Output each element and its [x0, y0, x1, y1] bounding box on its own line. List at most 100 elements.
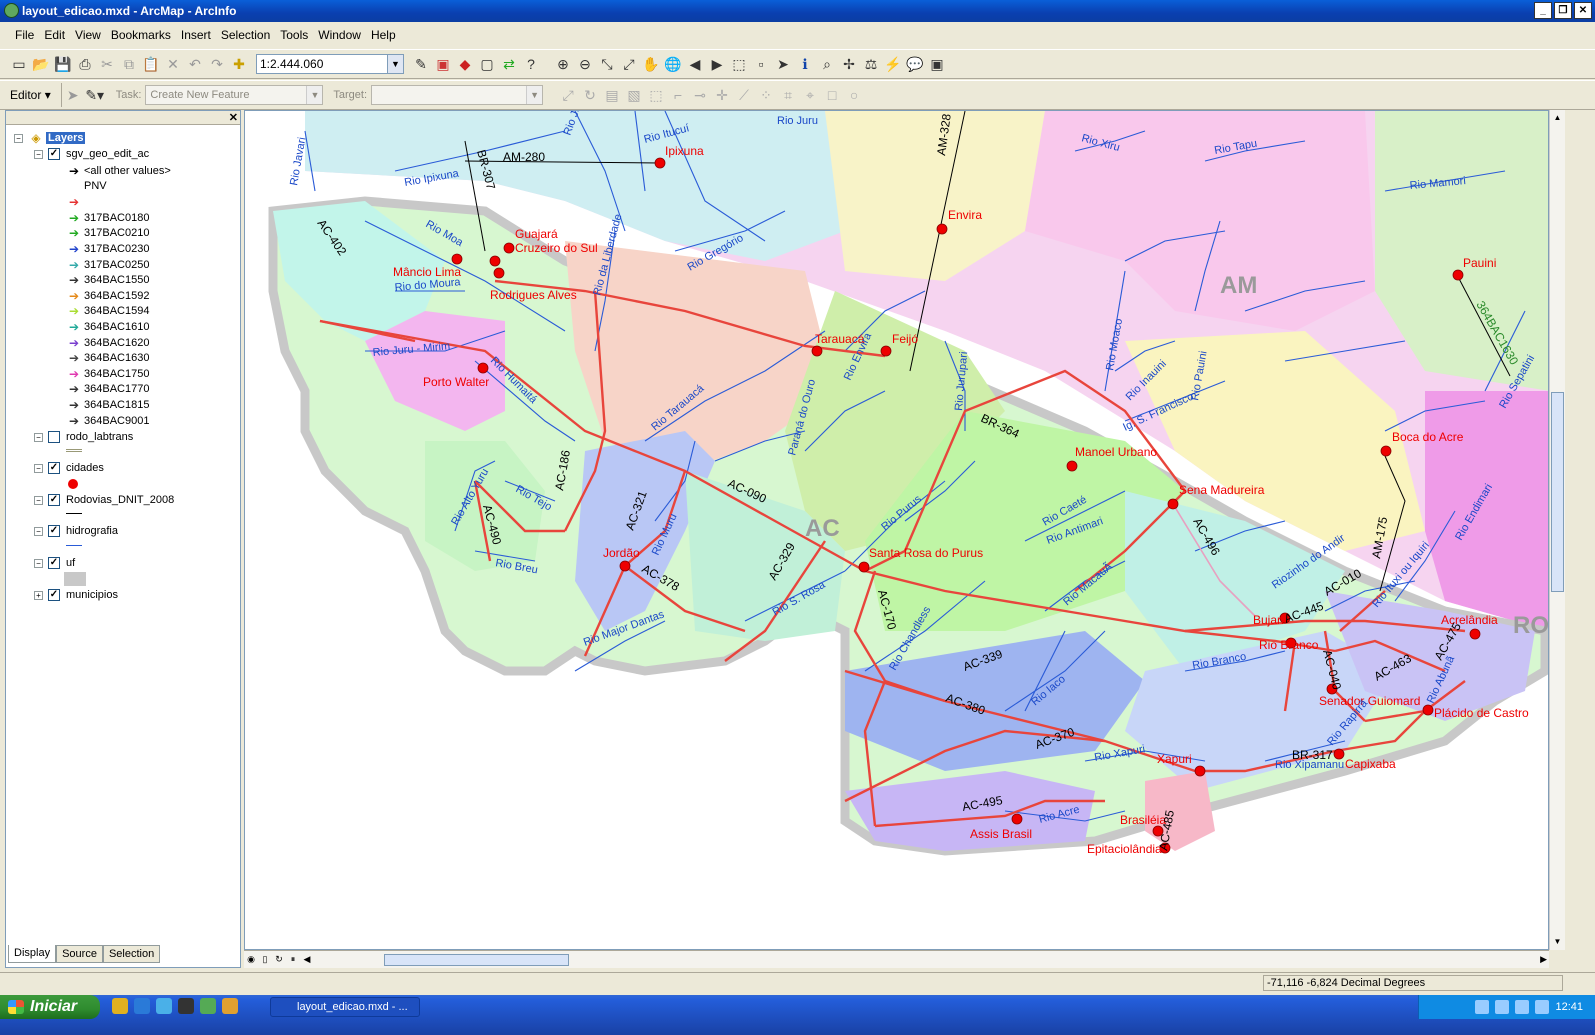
scroll-down-icon[interactable]: ▼ [1550, 934, 1565, 950]
clear-selection-icon[interactable]: ▫ [750, 53, 772, 75]
chevron-down-icon[interactable]: ▼ [526, 86, 543, 104]
menu-selection[interactable]: Selection [216, 28, 275, 42]
attributes-icon[interactable]: ▤ [601, 84, 623, 106]
city-marker[interactable] [1380, 445, 1392, 457]
close-icon[interactable]: ✕ [229, 111, 238, 124]
find-icon[interactable]: ⌕ [816, 53, 838, 75]
city-marker[interactable] [654, 157, 666, 169]
pause-icon[interactable]: ⏸ [286, 954, 300, 965]
cut-icon[interactable]: ✂ [96, 53, 118, 75]
select-features-icon[interactable]: ⬚ [728, 53, 750, 75]
reshape-icon[interactable]: ⌐ [667, 84, 689, 106]
menu-view[interactable]: View [70, 28, 106, 42]
minimize-button[interactable]: _ [1534, 2, 1552, 19]
collapse-icon[interactable]: − [34, 149, 43, 159]
scroll-up-icon[interactable]: ▲ [1550, 110, 1565, 126]
taskbar-item-arcmap[interactable]: layout_edicao.mxd - ... [270, 997, 420, 1017]
data-view-icon[interactable]: ◉ [244, 954, 258, 965]
forward-extent-icon[interactable]: ▶ [706, 53, 728, 75]
menu-bookmarks[interactable]: Bookmarks [106, 28, 176, 42]
whats-this-icon[interactable]: ? [520, 53, 542, 75]
city-marker[interactable] [936, 223, 948, 235]
arctoolbox-icon[interactable]: ▣ [432, 53, 454, 75]
circle-tool-icon[interactable]: ○ [843, 84, 865, 106]
map-view[interactable]: AM AC RO Ipixuna Guajará Cruzeiro do Sul Mâ… [244, 110, 1549, 950]
editor-toolbar-icon[interactable]: ✎ [410, 53, 432, 75]
back-extent-icon[interactable]: ◀ [684, 53, 706, 75]
hscroll-thumb[interactable] [384, 954, 569, 966]
open-icon[interactable]: 📂 [30, 53, 52, 75]
save-icon[interactable]: 💾 [52, 53, 74, 75]
city-marker[interactable] [1452, 269, 1464, 281]
map-scale-combo[interactable]: 1:2.444.060 ▼ [256, 54, 404, 74]
layer-cidades[interactable]: − ✓ cidades [34, 462, 104, 474]
city-marker[interactable] [489, 255, 501, 267]
fixed-zoom-in-icon[interactable]: ⤡ [596, 53, 618, 75]
arrow-tray-icon[interactable] [1495, 1000, 1510, 1014]
city-marker[interactable] [811, 345, 823, 357]
tab-display[interactable]: Display [8, 945, 57, 963]
collapse-icon[interactable]: − [14, 133, 23, 143]
zoom-out-icon[interactable]: ⊖ [574, 53, 596, 75]
html-popup-icon[interactable]: 💬 [904, 53, 926, 75]
line-tool-icon[interactable]: ⊸ [689, 84, 711, 106]
select-elements-icon[interactable]: ➤ [772, 53, 794, 75]
measure-icon[interactable]: ⚖ [860, 53, 882, 75]
layer-checkbox[interactable]: ✓ [48, 589, 60, 601]
collapse-icon[interactable]: − [34, 558, 43, 568]
collapse-icon[interactable]: − [34, 495, 43, 505]
redo-icon[interactable]: ↷ [206, 53, 228, 75]
city-marker[interactable] [1167, 498, 1179, 510]
overview-icon[interactable]: ▣ [926, 53, 948, 75]
window-icon[interactable]: ▢ [476, 53, 498, 75]
menu-file[interactable]: File [10, 28, 39, 42]
target-combo[interactable]: ▼ [371, 85, 544, 105]
layer-checkbox[interactable] [48, 431, 60, 443]
chevron-down-icon[interactable]: ▼ [306, 86, 323, 104]
editor-menu-button[interactable]: Editor ▾ [0, 83, 62, 107]
help-tray-icon[interactable] [1475, 1000, 1490, 1014]
topology-edit-icon[interactable]: ⬚ [645, 84, 667, 106]
collapse-icon[interactable]: − [34, 463, 43, 473]
delete-icon[interactable]: ✕ [162, 53, 184, 75]
add-data-icon[interactable]: ✚ [228, 53, 250, 75]
layer-rodo-labtrans[interactable]: − rodo_labtrans [34, 431, 133, 443]
refresh-icon[interactable]: ↻ [272, 954, 286, 965]
volume-tray-icon[interactable] [1535, 1000, 1550, 1014]
scroll-left-icon[interactable]: ◀ [300, 954, 314, 965]
sketch-tool-icon[interactable]: ✎▾ [84, 84, 106, 106]
chevron-down-icon[interactable]: ▼ [387, 55, 403, 73]
vertex-tool-icon[interactable]: ✛ [711, 84, 733, 106]
layout-view-icon[interactable]: ▯ [258, 954, 272, 965]
layer-hidrografia[interactable]: − ✓ hidrografia [34, 525, 118, 537]
media-icon[interactable] [222, 998, 238, 1014]
extend-tool-icon[interactable]: ⟋ [733, 84, 755, 106]
sketch-properties-icon[interactable]: ▧ [623, 84, 645, 106]
layer-checkbox[interactable]: ✓ [48, 148, 60, 160]
menu-help[interactable]: Help [366, 28, 401, 42]
fixed-zoom-out-icon[interactable]: ⤢ [618, 53, 640, 75]
collapse-icon[interactable]: − [34, 526, 43, 536]
city-marker[interactable] [477, 362, 489, 374]
city-marker[interactable] [1469, 628, 1481, 640]
toc-root[interactable]: − ◈ Layers [14, 131, 86, 145]
city-marker[interactable] [1194, 765, 1206, 777]
full-extent-icon[interactable]: 🌐 [662, 53, 684, 75]
menu-edit[interactable]: Edit [39, 28, 70, 42]
city-marker[interactable] [619, 560, 631, 572]
ie-icon[interactable] [134, 998, 150, 1014]
city-marker[interactable] [493, 267, 505, 279]
layer-checkbox[interactable]: ✓ [48, 462, 60, 474]
intersect-icon[interactable]: ⌖ [799, 84, 821, 106]
zoom-in-icon[interactable]: ⊕ [552, 53, 574, 75]
tab-source[interactable]: Source [56, 945, 103, 963]
city-marker[interactable] [1422, 704, 1434, 716]
vscroll-thumb[interactable] [1551, 392, 1564, 592]
layer-checkbox[interactable]: ✓ [48, 525, 60, 537]
arcmap-quick-icon[interactable] [200, 998, 216, 1014]
layer-checkbox[interactable]: ✓ [48, 494, 60, 506]
city-marker[interactable] [1333, 748, 1345, 760]
city-marker[interactable] [451, 253, 463, 265]
menu-tools[interactable]: Tools [275, 28, 313, 42]
chrome-icon[interactable] [112, 998, 128, 1014]
